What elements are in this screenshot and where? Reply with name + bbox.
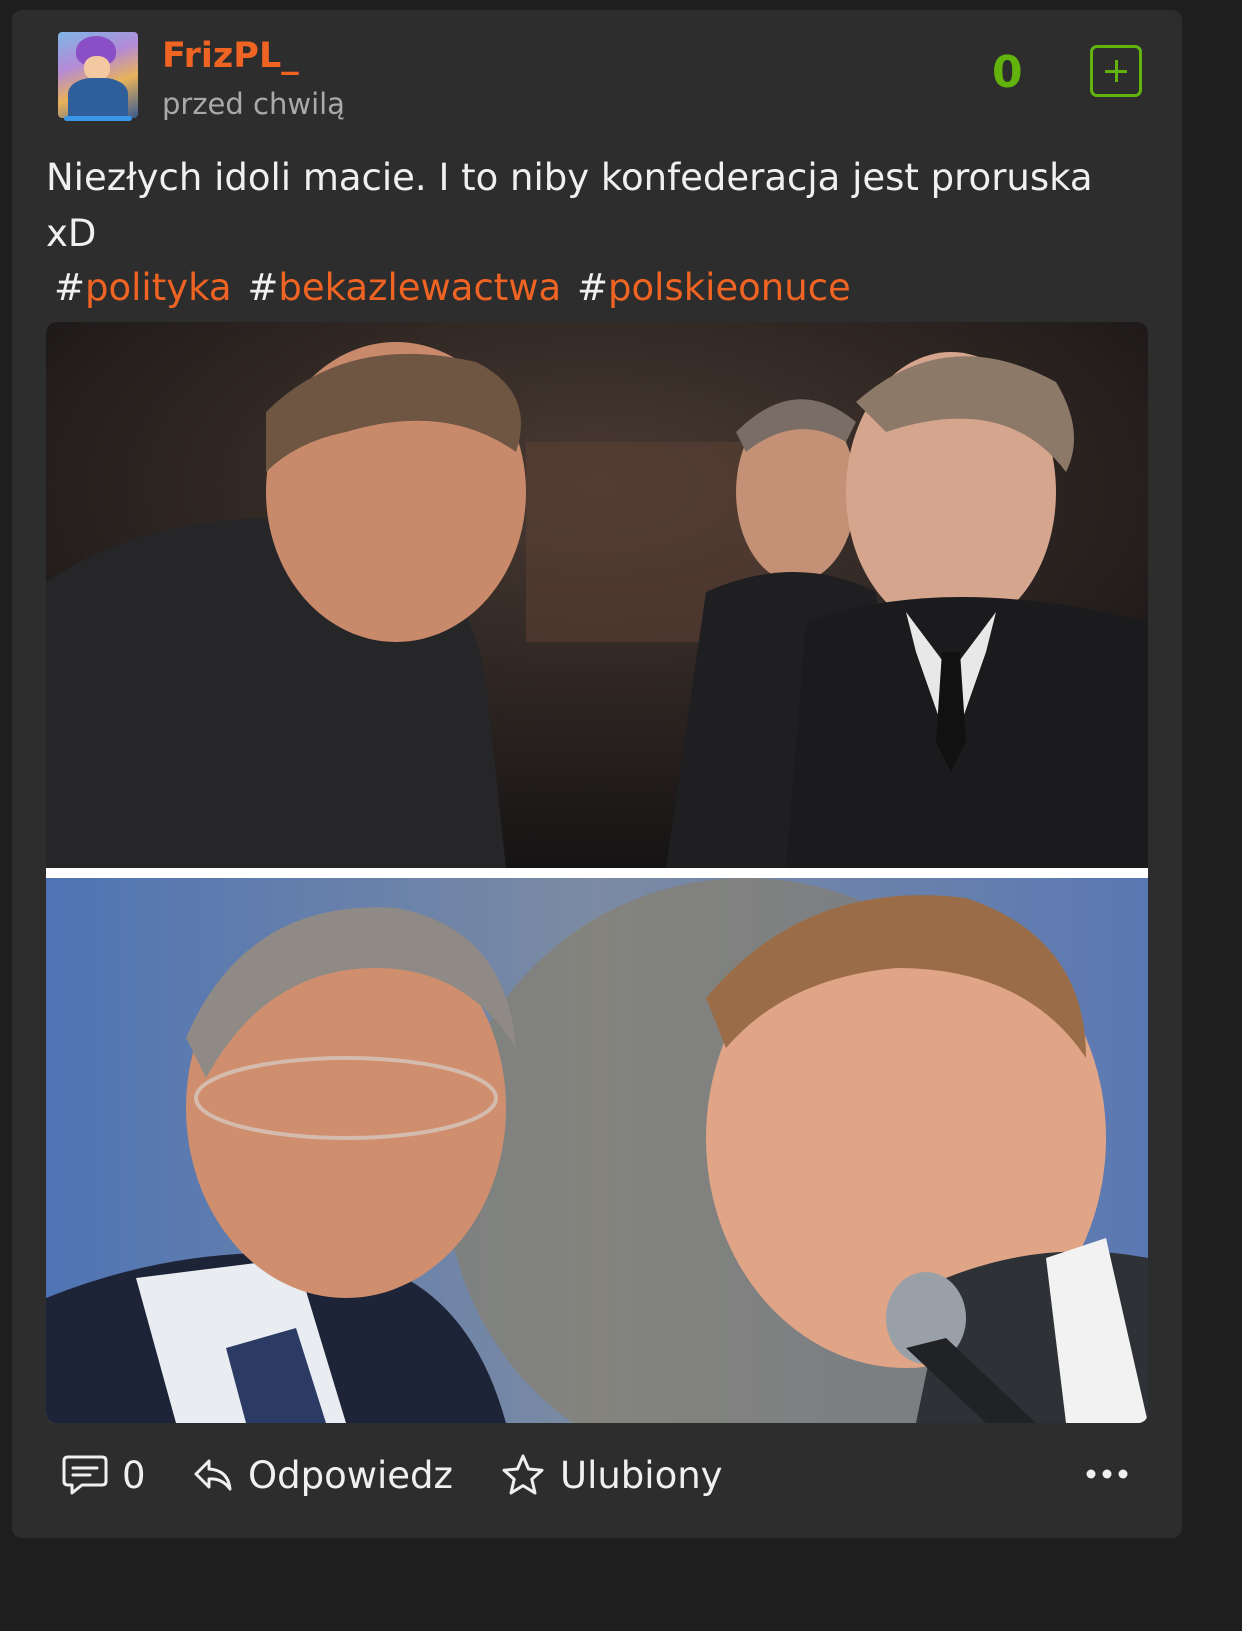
reply-label: Odpowiedz: [248, 1453, 453, 1497]
vote-score: 0: [992, 47, 1023, 98]
user-avatar[interactable]: [58, 32, 138, 118]
tag-link[interactable]: #polskieonuce: [577, 266, 851, 309]
ellipsis-icon: [1086, 1469, 1128, 1479]
photo-top-illustration: [46, 322, 1148, 868]
avatar-status-bar: [64, 116, 132, 121]
post-body-content: Niezłych idoli macie. I to niby konfeder…: [46, 156, 1093, 255]
favorite-label: Ulubiony: [560, 1453, 723, 1497]
comments-button[interactable]: 0: [62, 1450, 146, 1500]
photo-bottom-illustration: [46, 878, 1148, 1423]
post-body-text: Niezłych idoli macie. I to niby konfeder…: [46, 150, 1146, 262]
post-card: FrizPL_ przed chwilą 0 Niezłych idoli ma…: [12, 10, 1182, 1538]
reply-button[interactable]: Odpowiedz: [192, 1450, 453, 1500]
tag-link[interactable]: #polityka: [54, 266, 232, 309]
post-footer: 0 Odpowiedz Ulubiony: [12, 1440, 1182, 1510]
tag-hash-symbol: #: [54, 266, 86, 309]
tag-name: polskieonuce: [608, 266, 851, 309]
tag-list: #polityka #bekazlewactwa #polskieonuce: [54, 262, 855, 314]
tag-name: polityka: [85, 266, 232, 309]
post-timestamp: przed chwilą: [162, 87, 345, 121]
author-username[interactable]: FrizPL_: [162, 36, 299, 76]
comment-bubble-icon: [62, 1455, 108, 1495]
tag-hash-symbol: #: [577, 266, 609, 309]
photo-bottom-panel: [46, 878, 1148, 1423]
photo-top-panel: [46, 322, 1148, 868]
star-outline-icon: [502, 1454, 544, 1495]
more-options-button[interactable]: [1082, 1462, 1132, 1486]
favorite-button[interactable]: Ulubiony: [500, 1450, 723, 1500]
post-image[interactable]: [46, 322, 1148, 1423]
tag-link[interactable]: #bekazlewactwa: [247, 266, 561, 309]
avatar-face-shape: [84, 56, 110, 80]
tag-hash-symbol: #: [247, 266, 279, 309]
upvote-button[interactable]: [1090, 45, 1142, 97]
tag-name: bekazlewactwa: [278, 266, 562, 309]
reply-arrow-icon: [194, 1459, 232, 1491]
comments-count: 0: [122, 1453, 146, 1497]
plus-icon-vertical: [1115, 60, 1118, 82]
avatar-body-shape: [68, 78, 128, 118]
